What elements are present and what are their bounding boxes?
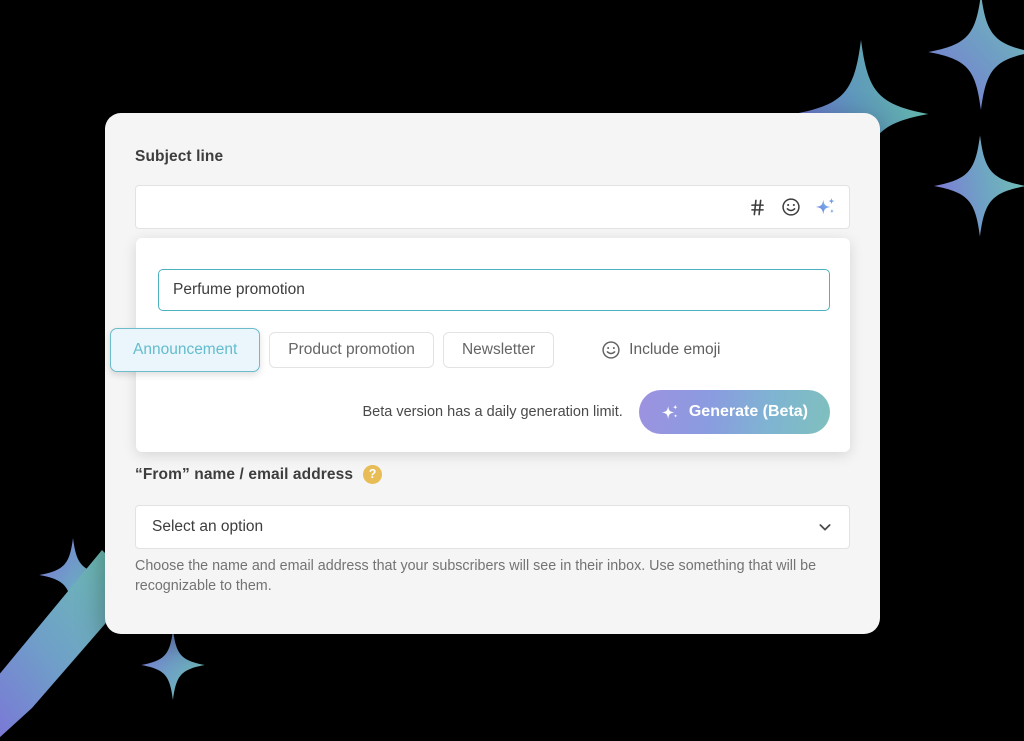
hash-icon[interactable] <box>748 198 767 217</box>
from-select-value: Select an option <box>152 518 264 535</box>
include-emoji-toggle[interactable]: Include emoji <box>601 340 720 360</box>
sparkles-icon <box>661 403 680 422</box>
chip-announcement[interactable]: Announcement <box>110 328 261 372</box>
help-icon[interactable]: ? <box>363 465 383 484</box>
subject-line-input-wrap[interactable] <box>135 185 850 229</box>
star-top-right-large-icon <box>928 0 1024 110</box>
chip-newsletter[interactable]: Newsletter <box>442 332 555 368</box>
generate-button[interactable]: Generate (Beta) <box>638 390 830 434</box>
ai-tone-chips: Announcement Product promotion Newslette… <box>110 328 850 372</box>
ai-prompt-input[interactable]: Perfume promotion <box>158 269 830 311</box>
chip-product-promotion-label: Product promotion <box>288 341 415 358</box>
include-emoji-label: Include emoji <box>629 341 721 358</box>
chip-announcement-label: Announcement <box>133 341 238 358</box>
smiley-icon[interactable] <box>781 197 801 217</box>
beta-limit-note: Beta version has a daily generation limi… <box>362 404 623 420</box>
star-top-right-small-icon <box>934 135 1024 237</box>
ai-generate-row: Beta version has a daily generation limi… <box>158 390 830 434</box>
chip-product-promotion[interactable]: Product promotion <box>269 332 434 368</box>
star-bottom-left-mid-icon <box>141 630 205 700</box>
ai-subject-generator-panel: Perfume promotion Announcement Product p… <box>110 238 850 452</box>
star-bottom-left-small-icon <box>39 538 107 612</box>
chip-newsletter-label: Newsletter <box>461 341 536 358</box>
from-select[interactable]: Select an option <box>135 505 850 549</box>
generate-button-label: Generate (Beta) <box>688 403 808 420</box>
from-field-label-row: “From” name / email address ? <box>135 465 383 484</box>
chevron-down-icon <box>817 519 833 535</box>
from-helper-text: Choose the name and email address that y… <box>135 558 817 594</box>
email-settings-card: Subject line Perfume promotion Announcem… <box>105 113 880 634</box>
smiley-icon <box>601 340 621 360</box>
from-field-label: “From” name / email address <box>135 465 354 483</box>
screenshot-stage: Subject line Perfume promotion Announcem… <box>0 0 1024 741</box>
subject-line-label: Subject line <box>135 148 224 165</box>
subject-line-input[interactable] <box>136 197 734 217</box>
sparkles-icon[interactable] <box>815 196 837 218</box>
ai-prompt-value: Perfume promotion <box>173 281 305 298</box>
